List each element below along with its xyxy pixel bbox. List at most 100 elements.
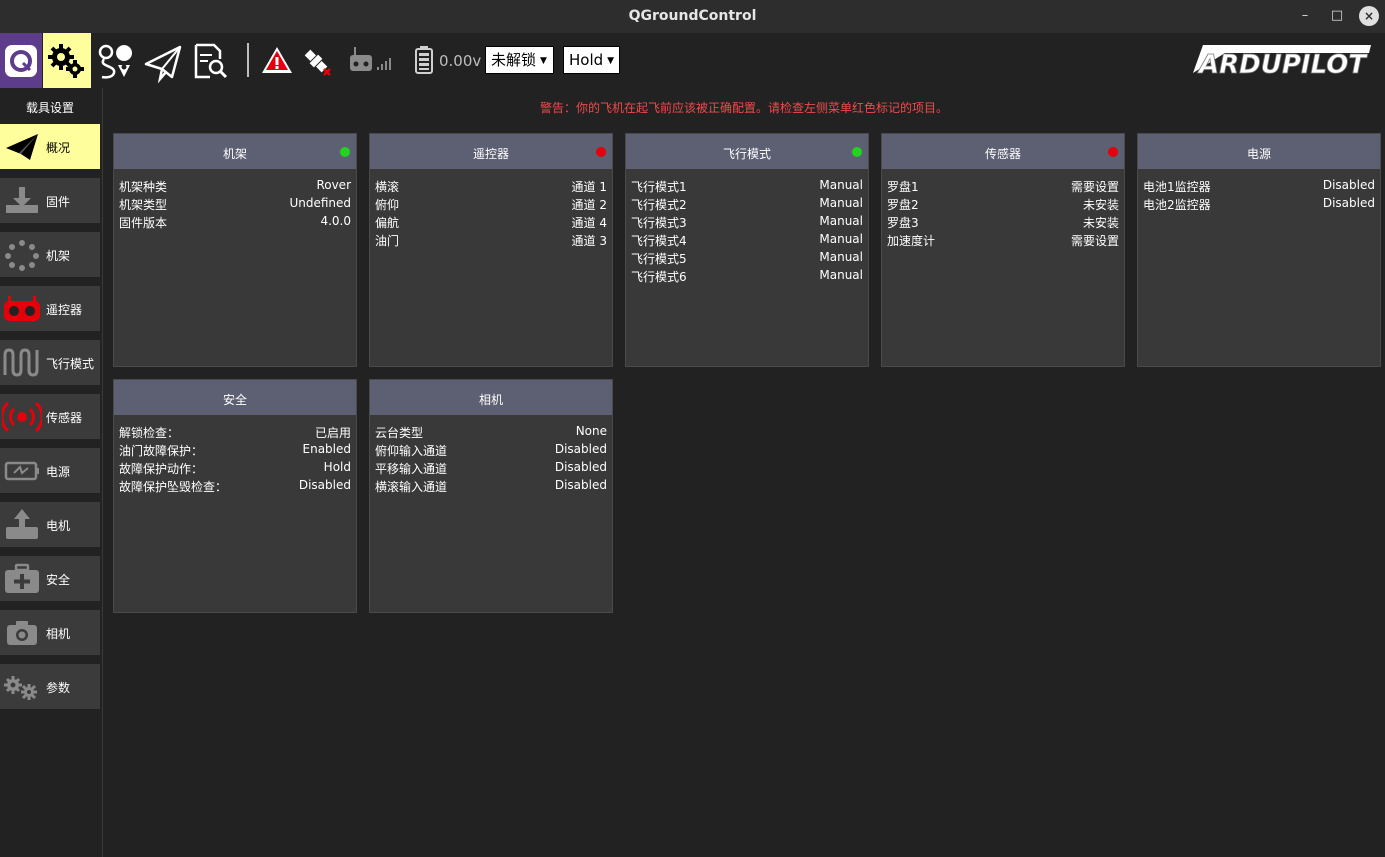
row-value: Disabled	[1322, 178, 1375, 192]
row-key: 俯仰	[375, 198, 400, 212]
panel-flight-modes[interactable]: 飞行模式 飞行模式1 Manual 飞行模式2 Manual 飞行模式3 Manual 飞行模…	[625, 133, 869, 367]
vehicle-setup-sidebar: 载具设置 概况 固件 机架 遥控器 飞行模式 传感器 电源 电机 安全 相机 参…	[0, 88, 103, 857]
panel-row: 罗盘2 未安装	[887, 196, 1119, 214]
warning-triangle-icon[interactable]	[260, 33, 294, 88]
panel-row: 飞行模式4 Manual	[631, 232, 863, 250]
close-button[interactable]: ×	[1359, 6, 1379, 26]
panel-row: 电池2监控器 Disabled	[1143, 196, 1375, 214]
sidebar-item-power[interactable]: 电源	[0, 448, 100, 493]
row-value: 通道 3	[571, 234, 607, 248]
row-key: 油门故障保护：	[119, 444, 204, 458]
window-title: QGroundControl	[628, 8, 757, 24]
arm-status-select[interactable]: 未解锁 ▼	[485, 46, 554, 74]
rc-signal-icon[interactable]	[346, 33, 398, 88]
row-value: 通道 2	[571, 198, 607, 212]
panel-row: 飞行模式5 Manual	[631, 250, 863, 268]
panel-header[interactable]: 机架	[114, 134, 356, 169]
panel-airframe[interactable]: 机架机架种类 Rover 机架类型 Undefined 固件版本 4.0.0	[113, 133, 357, 367]
fly-paper-plane-icon[interactable]	[140, 33, 186, 88]
gps-satellite-icon[interactable]	[300, 33, 334, 88]
row-value: Manual	[819, 196, 863, 210]
chevron-down-icon: ▼	[540, 55, 547, 66]
panel-header[interactable]: 飞行模式	[626, 134, 868, 169]
panel-row: 飞行模式6 Manual	[631, 268, 863, 286]
sidebar-item-label: 飞行模式	[46, 357, 95, 371]
sidebar-item-label: 安全	[46, 573, 71, 587]
sidebar-item-summary[interactable]: 概况	[0, 124, 100, 169]
row-key: 加速度计	[887, 234, 936, 248]
row-key: 电池1监控器	[1143, 180, 1211, 194]
panel-radio[interactable]: 遥控器 横滚 通道 1 俯仰 通道 2 偏航 通道 4 油门 通道 3	[369, 133, 613, 367]
panel-safety[interactable]: 安全 解锁检查： 已启用 油门故障保护： Enabled 故障保护动作： Hold 故障保护坠…	[113, 379, 357, 613]
panel-row: 俯仰 通道 2	[375, 196, 607, 214]
status-indicator-ok	[852, 147, 862, 157]
panel-row: 机架类型 Undefined	[119, 196, 351, 214]
panel-row: 机架种类 Rover	[119, 178, 351, 196]
panel-rows: 机架种类 Rover 机架类型 Undefined 固件版本 4.0.0	[119, 178, 351, 232]
row-value: Manual	[819, 232, 863, 246]
row-key: 飞行模式1	[631, 180, 687, 194]
panel-header[interactable]: 相机	[370, 380, 612, 415]
row-key: 故障保护坠毁检查：	[119, 480, 228, 494]
row-key: 油门	[375, 234, 400, 248]
status-indicator-error	[596, 147, 606, 157]
qgc-logo-icon[interactable]	[0, 33, 42, 88]
window-titlebar: QGroundControl – □ ×	[0, 0, 1385, 33]
ardupilot-logo: ARDUPILOT	[1185, 33, 1379, 88]
vehicle-setup-gear-icon[interactable]	[43, 33, 91, 88]
sidebar-item-radio[interactable]: 遥控器	[0, 286, 100, 331]
row-key: 罗盘2	[887, 198, 919, 212]
battery-icon[interactable]	[412, 33, 436, 88]
panel-title: 安全	[222, 393, 247, 407]
sidebar-item-safety[interactable]: 安全	[0, 556, 100, 601]
panel-power[interactable]: 电源电池1监控器 Disabled 电池2监控器 Disabled	[1137, 133, 1381, 367]
sidebar-item-label: 机架	[46, 249, 71, 263]
analyze-document-icon[interactable]	[188, 33, 234, 88]
panel-row: 电池1监控器 Disabled	[1143, 178, 1375, 196]
panel-row: 罗盘1 需要设置	[887, 178, 1119, 196]
panel-row: 飞行模式1 Manual	[631, 178, 863, 196]
panel-row: 罗盘3 未安装	[887, 214, 1119, 232]
sidebar-item-parameters[interactable]: 参数	[0, 664, 100, 709]
row-key: 解锁检查：	[119, 426, 180, 440]
flight-modes-wave-icon	[3, 348, 39, 377]
sidebar-item-airframe[interactable]: 机架	[0, 232, 100, 277]
sidebar-header: 载具设置	[25, 101, 74, 115]
sidebar-item-label: 概况	[46, 141, 71, 155]
panel-rows: 电池1监控器 Disabled 电池2监控器 Disabled	[1143, 178, 1375, 214]
sidebar-item-firmware[interactable]: 固件	[0, 178, 100, 223]
panel-header[interactable]: 遥控器	[370, 134, 612, 169]
flight-mode-select[interactable]: Hold ▼	[563, 46, 620, 74]
config-warning-message: 警告：你的飞机在起飞前应该被正确配置。请检查左侧菜单红色标记的项目。	[539, 101, 948, 115]
minimize-button[interactable]: –	[1293, 4, 1317, 28]
panel-row: 云台类型 None	[375, 424, 607, 442]
panel-row: 偏航 通道 4	[375, 214, 607, 232]
panel-rows: 云台类型 None 俯仰输入通道 Disabled 平移输入通道 Disabled 横滚输入…	[375, 424, 607, 496]
sidebar-item-flight-modes[interactable]: 飞行模式	[0, 340, 100, 385]
panel-header[interactable]: 电源	[1138, 134, 1380, 169]
panel-title: 机架	[222, 147, 247, 161]
row-value: 4.0.0	[320, 214, 351, 228]
plan-route-icon[interactable]	[94, 33, 140, 88]
maximize-button[interactable]: □	[1325, 4, 1349, 28]
row-key: 飞行模式2	[631, 198, 687, 212]
panel-camera[interactable]: 相机云台类型 None 俯仰输入通道 Disabled 平移输入通道 Disabled 横滚…	[369, 379, 613, 613]
sidebar-item-sensors[interactable]: 传感器	[0, 394, 100, 439]
panel-header[interactable]: 传感器	[882, 134, 1124, 169]
row-key: 固件版本	[119, 216, 168, 230]
panel-row: 解锁检查： 已启用	[119, 424, 351, 442]
panel-row: 固件版本 4.0.0	[119, 214, 351, 232]
panel-sensors[interactable]: 传感器罗盘1 需要设置 罗盘2 未安装 罗盘3 未安装加速度计 需要设置	[881, 133, 1125, 367]
panel-header[interactable]: 安全	[114, 380, 356, 415]
sidebar-item-label: 电机	[46, 519, 71, 533]
row-key: 罗盘3	[887, 216, 919, 230]
row-value: Manual	[819, 268, 863, 282]
sidebar-item-motors[interactable]: 电机	[0, 502, 100, 547]
radio-controller-icon	[4, 296, 40, 321]
panel-row: 故障保护动作： Hold	[119, 460, 351, 478]
row-key: 飞行模式4	[631, 234, 687, 248]
panel-rows: 解锁检查： 已启用 油门故障保护： Enabled 故障保护动作： Hold 故障保护坠毁检…	[119, 424, 351, 496]
row-value: 需要设置	[1070, 234, 1119, 248]
row-value: Rover	[316, 178, 351, 192]
sidebar-item-camera[interactable]: 相机	[0, 610, 100, 655]
